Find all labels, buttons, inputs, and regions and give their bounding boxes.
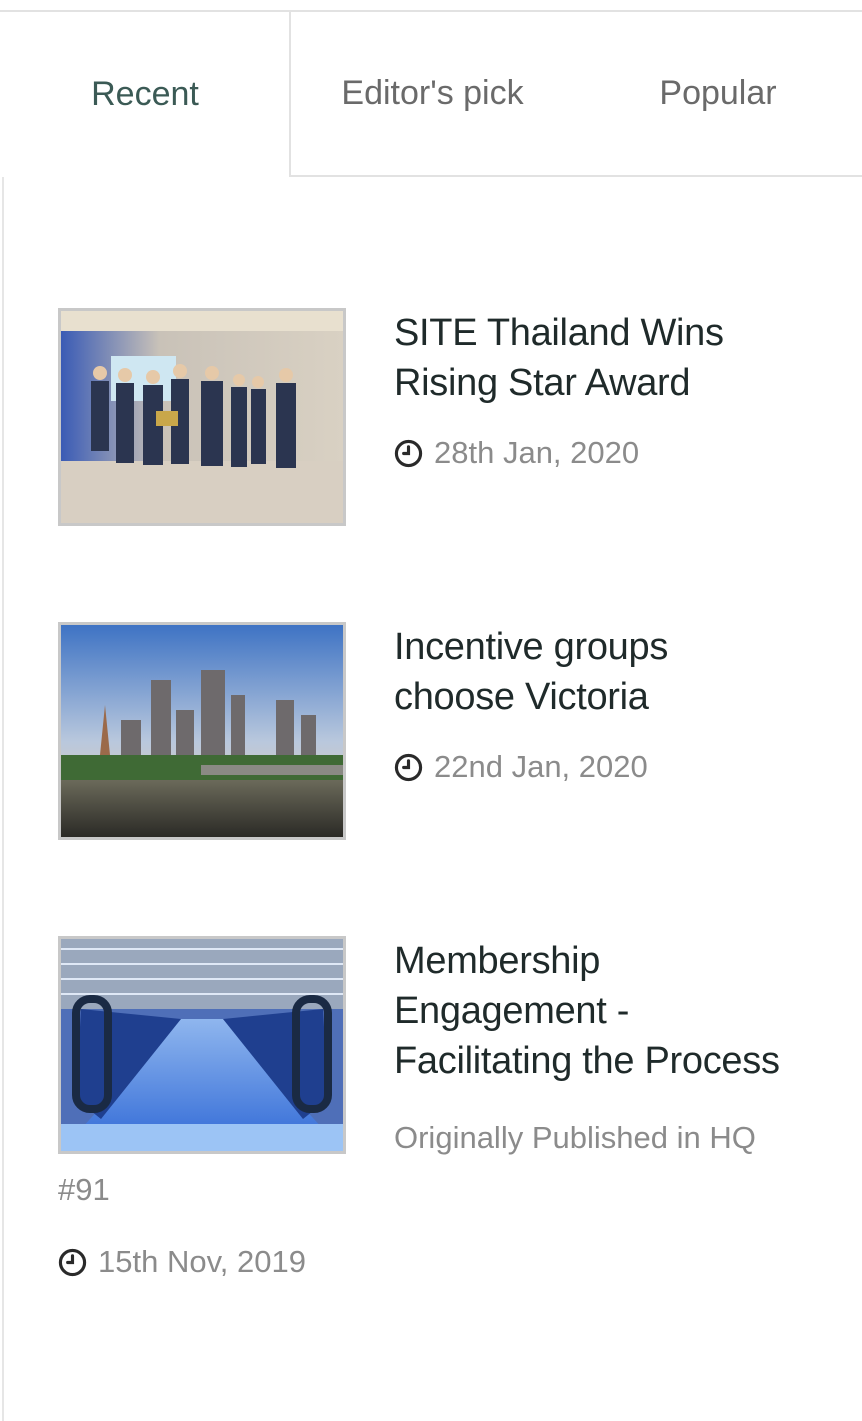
post-title[interactable]: SITE Thailand Wins Rising Star Award: [394, 308, 814, 408]
post-excerpt-line: Originally Published in HQ: [394, 1120, 756, 1155]
post-excerpt: Originally Published in HQ: [394, 1112, 756, 1164]
post-thumbnail[interactable]: [58, 308, 346, 526]
recent-posts-list: SITE Thailand Wins Rising Star Award 28t…: [0, 178, 862, 1421]
tab-popular-label: Popular: [659, 74, 777, 112]
post-thumbnail[interactable]: [58, 936, 346, 1154]
tab-recent-label: Recent: [91, 75, 199, 113]
post-thumbnail[interactable]: [58, 622, 346, 840]
list-item: Incentive groups choose Victoria 22nd Ja…: [58, 622, 818, 872]
post-date: 15th Nov, 2019: [58, 1244, 306, 1280]
post-date: 22nd Jan, 2020: [394, 749, 648, 785]
post-title-line: Membership: [394, 940, 601, 982]
tab-popular[interactable]: Popular: [574, 10, 862, 177]
post-date-text: 15th Nov, 2019: [98, 1244, 306, 1279]
tab-recent[interactable]: Recent: [0, 10, 290, 177]
post-title-line: Facilitating the Process: [394, 1040, 780, 1082]
post-date-text: 22nd Jan, 2020: [434, 749, 648, 784]
clock-icon: [394, 753, 423, 781]
list-item: Membership Engagement - Facilitating the…: [58, 936, 818, 1296]
post-excerpt-line: #91: [58, 1172, 110, 1207]
tab-editors-pick-label: Editor's pick: [341, 74, 524, 112]
posts-widget: Recent Editor's pick Popular SITE Thaila…: [0, 0, 862, 1421]
post-title-line: SITE Thailand Wins: [394, 312, 724, 354]
clock-icon: [394, 439, 423, 467]
post-title-line: Engagement -: [394, 990, 630, 1032]
tab-editors-pick[interactable]: Editor's pick: [289, 10, 576, 177]
tab-bar: Recent Editor's pick Popular: [0, 0, 862, 178]
airport-walkway-photo: [61, 939, 343, 1151]
list-item: SITE Thailand Wins Rising Star Award 28t…: [58, 308, 818, 558]
post-title-line: choose Victoria: [394, 676, 649, 718]
post-title-line: Incentive groups: [394, 626, 669, 668]
post-excerpt-continued: #91: [58, 1164, 110, 1216]
clock-icon: [58, 1248, 87, 1276]
post-title[interactable]: Incentive groups choose Victoria: [394, 622, 814, 722]
post-title-line: Rising Star Award: [394, 362, 691, 404]
post-date-text: 28th Jan, 2020: [434, 435, 640, 470]
melbourne-skyline-photo: [61, 625, 343, 837]
award-group-photo: [61, 311, 343, 523]
post-title[interactable]: Membership Engagement - Facilitating the…: [394, 936, 814, 1086]
post-date: 28th Jan, 2020: [394, 435, 639, 471]
